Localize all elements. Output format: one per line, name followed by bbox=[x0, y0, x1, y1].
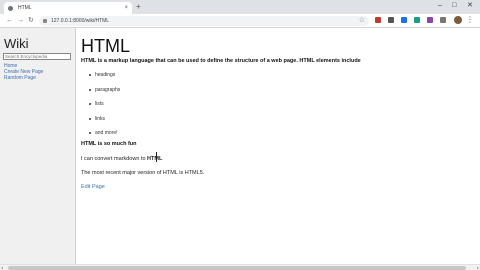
minimize-button[interactable]: – bbox=[438, 1, 442, 11]
convert-bold-text: HTML bbox=[147, 156, 163, 162]
version-paragraph: The most recent major version of HTML is… bbox=[81, 170, 205, 176]
extension-icon[interactable] bbox=[375, 17, 381, 23]
list-item: paragraphs bbox=[89, 87, 120, 102]
search-input[interactable] bbox=[3, 53, 71, 60]
back-button[interactable]: ← bbox=[6, 16, 13, 25]
info-icon bbox=[43, 19, 47, 23]
list-item: lists bbox=[89, 101, 120, 116]
bookmark-star-icon[interactable]: ☆ bbox=[359, 17, 365, 25]
globe-icon bbox=[8, 5, 13, 11]
extension-icon[interactable] bbox=[388, 17, 394, 23]
address-bar[interactable]: 127.0.0.1:8000/wiki/HTML ☆ bbox=[39, 16, 369, 26]
browser-menu-icon[interactable]: ⋮ bbox=[466, 15, 474, 25]
scroll-right-arrow-icon[interactable]: ▸ bbox=[477, 265, 479, 270]
close-window-button[interactable]: ✕ bbox=[467, 1, 473, 11]
horizontal-scrollbar[interactable]: ◂ ▸ bbox=[0, 264, 480, 270]
forward-button[interactable]: → bbox=[17, 16, 24, 25]
new-tab-button[interactable]: + bbox=[136, 2, 141, 12]
scrollbar-thumb[interactable] bbox=[8, 266, 466, 270]
site-title: Wiki bbox=[4, 36, 29, 51]
sidebar: Wiki Home Create New Page Random Page bbox=[0, 28, 76, 264]
convert-paragraph: I can convert markdown to HTML bbox=[81, 156, 162, 162]
page-title: HTML bbox=[81, 36, 130, 56]
edit-page-link[interactable]: Edit Page bbox=[81, 184, 105, 190]
browser-tab[interactable]: HTML × bbox=[4, 2, 132, 14]
list-item: links bbox=[89, 116, 120, 131]
tab-close-icon[interactable]: × bbox=[124, 5, 128, 11]
elements-list: headings paragraphs lists links and more… bbox=[89, 72, 120, 145]
convert-text: I can convert markdown to bbox=[81, 156, 148, 162]
sidebar-link-random-page[interactable]: Random Page bbox=[4, 75, 43, 81]
profile-avatar[interactable] bbox=[454, 16, 462, 24]
tab-title: HTML bbox=[18, 5, 32, 11]
extension-icon[interactable] bbox=[427, 17, 433, 23]
scroll-left-arrow-icon[interactable]: ◂ bbox=[1, 265, 3, 270]
extension-icon[interactable] bbox=[414, 17, 420, 23]
text-cursor-icon bbox=[156, 152, 157, 162]
sidebar-nav: Home Create New Page Random Page bbox=[4, 63, 43, 81]
maximize-button[interactable]: □ bbox=[452, 1, 456, 11]
fun-paragraph: HTML is so much fun bbox=[81, 141, 137, 147]
list-item: headings bbox=[89, 72, 120, 87]
extensions-puzzle-icon[interactable] bbox=[440, 17, 446, 23]
extension-icon[interactable] bbox=[401, 17, 407, 23]
url-text: 127.0.0.1:8000/wiki/HTML bbox=[51, 18, 110, 24]
browser-toolbar: ← → ↻ 127.0.0.1:8000/wiki/HTML ☆ bbox=[0, 14, 480, 28]
tab-bar: HTML × + – □ ✕ bbox=[0, 0, 480, 14]
reload-button[interactable]: ↻ bbox=[28, 16, 34, 25]
intro-paragraph: HTML is a markup language that can be us… bbox=[81, 58, 361, 64]
